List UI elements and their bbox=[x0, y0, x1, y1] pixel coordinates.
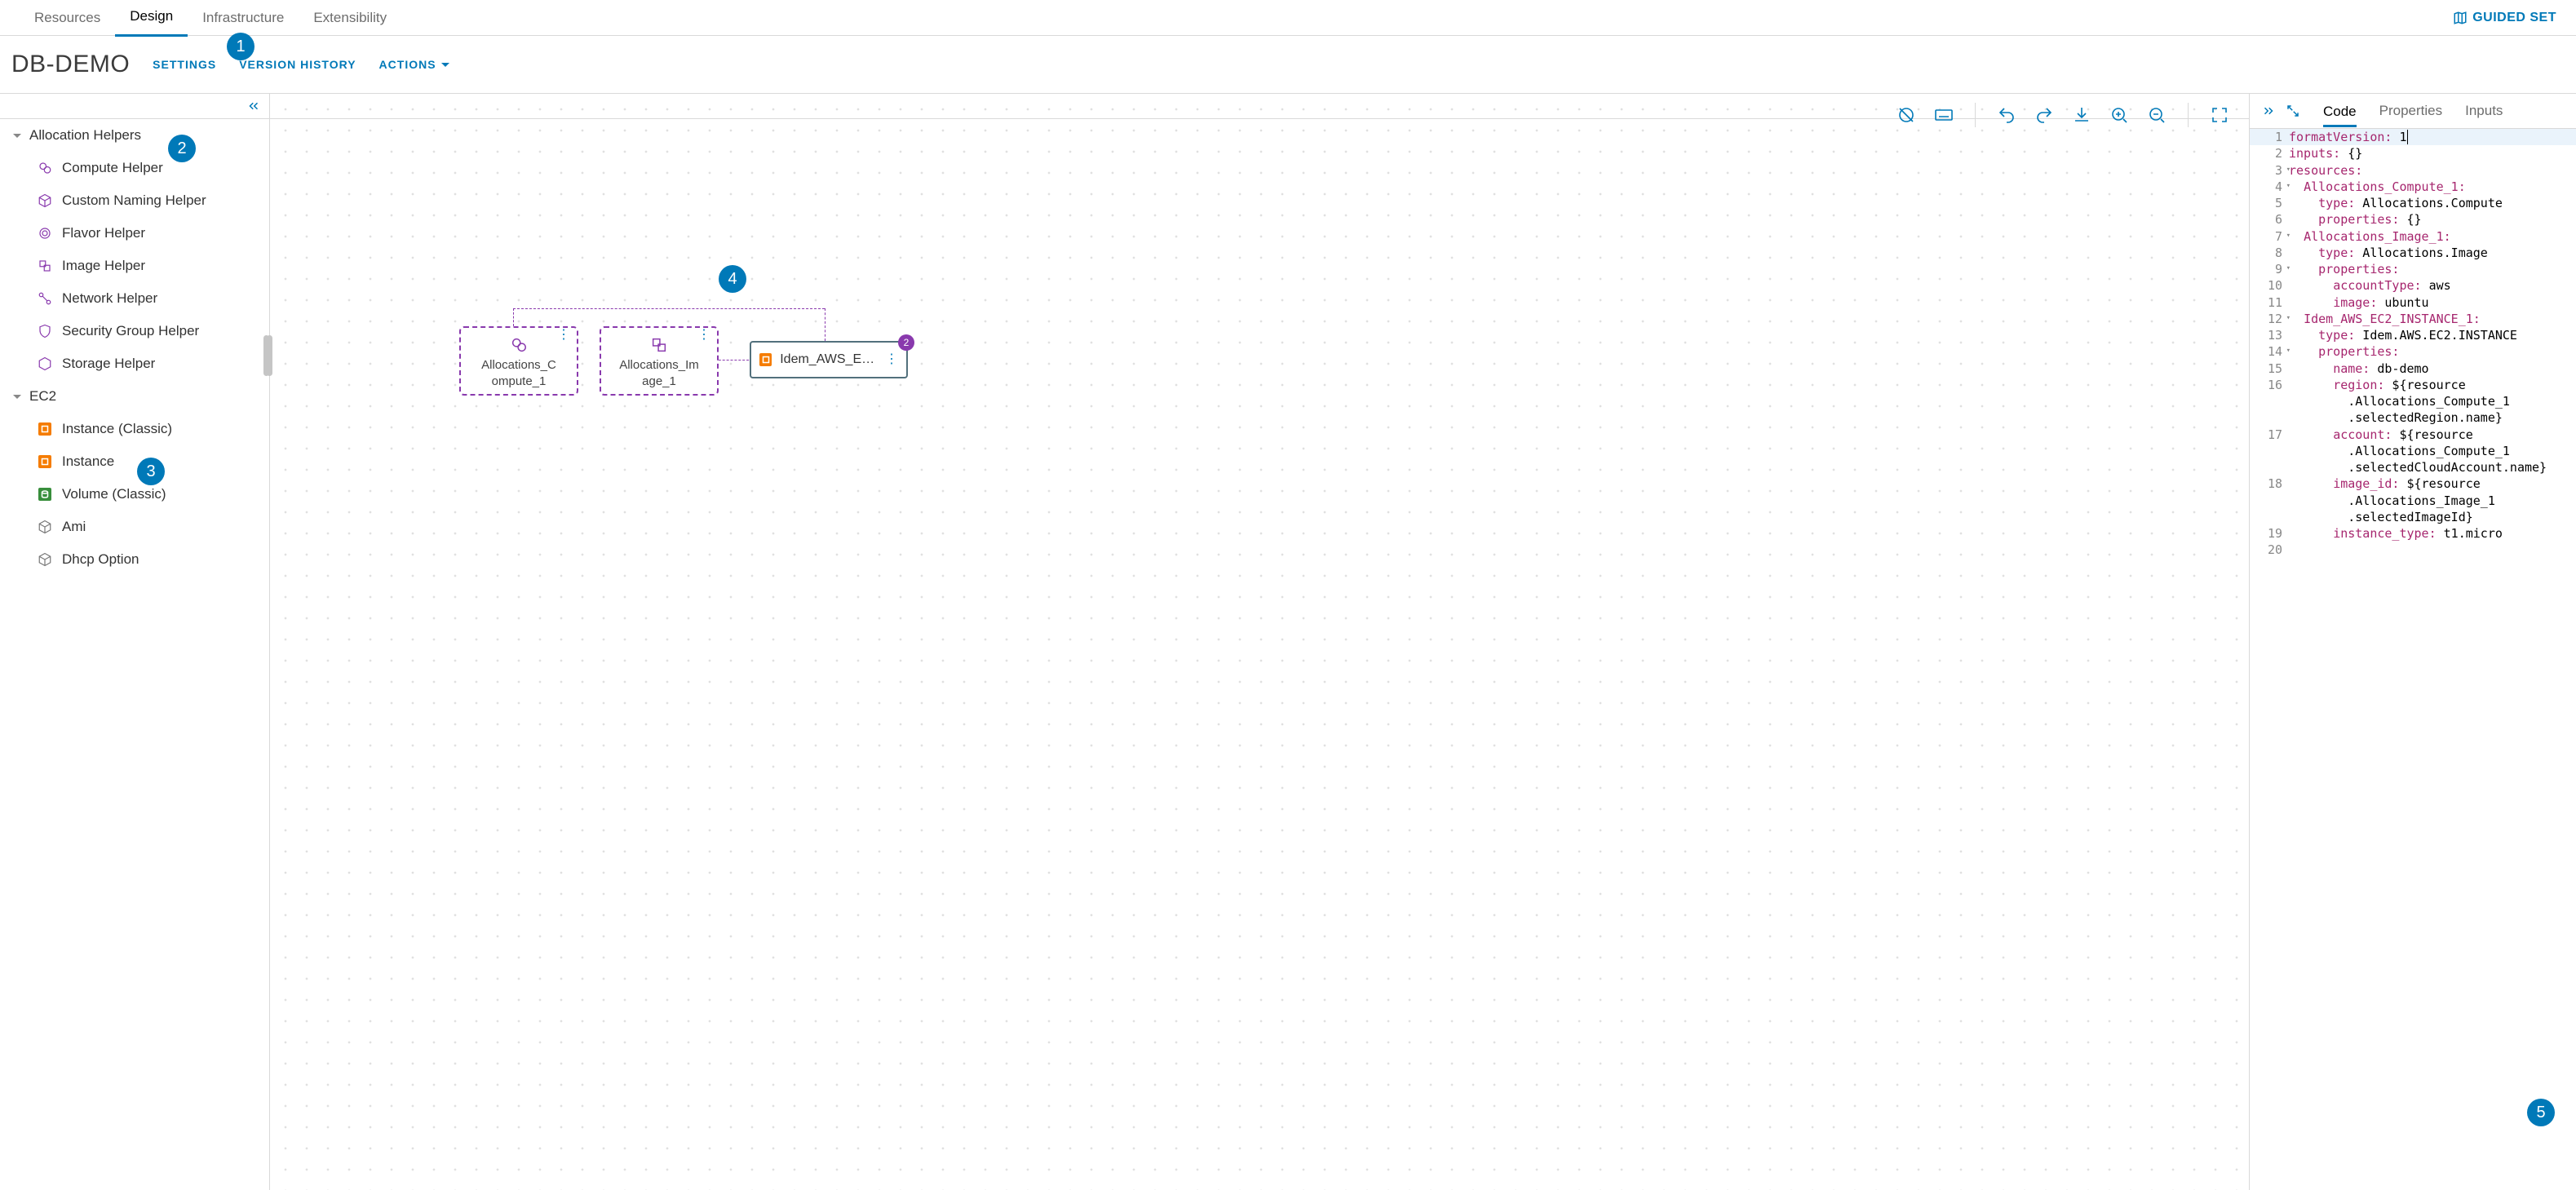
palette-item-volume-classic[interactable]: Volume (Classic) bbox=[0, 478, 269, 511]
node-menu-icon[interactable]: ⋮ bbox=[885, 357, 898, 362]
palette-item-label: Volume (Classic) bbox=[62, 486, 166, 502]
download-icon[interactable] bbox=[2072, 105, 2091, 125]
palette-item-label: Network Helper bbox=[62, 290, 157, 307]
compute-helper-icon bbox=[38, 161, 52, 175]
tab-design[interactable]: Design bbox=[115, 0, 188, 37]
code-tab-properties[interactable]: Properties bbox=[2379, 103, 2442, 119]
palette-item-label: Flavor Helper bbox=[62, 225, 145, 241]
cube-icon bbox=[38, 520, 52, 534]
map-icon bbox=[2453, 11, 2468, 25]
settings-link[interactable]: SETTINGS bbox=[153, 58, 216, 71]
palette-item-instance[interactable]: Instance bbox=[0, 445, 269, 478]
resource-palette: Allocation Helpers 2 Compute Helper Cust… bbox=[0, 94, 270, 1190]
palette-collapse[interactable] bbox=[0, 94, 269, 119]
node-idem-aws-ec2[interactable]: Idem_AWS_EC... ⋮ 2 bbox=[750, 341, 908, 378]
palette-item-compute-helper[interactable]: Compute Helper bbox=[0, 152, 269, 184]
design-canvas[interactable]: ⋮ Allocations_Compute_1 ⋮ Allocations_Im… bbox=[270, 94, 2250, 1190]
node-label: Idem_AWS_EC... bbox=[780, 352, 877, 367]
flavor-helper-icon bbox=[38, 226, 52, 241]
compute-helper-icon bbox=[466, 336, 572, 354]
guided-setup-label: GUIDED SET bbox=[2472, 11, 2556, 25]
instance-icon bbox=[38, 422, 51, 436]
tab-infrastructure[interactable]: Infrastructure bbox=[188, 0, 299, 35]
zoom-out-icon[interactable] bbox=[2147, 105, 2167, 125]
section-allocation-helpers[interactable]: Allocation Helpers bbox=[0, 119, 269, 152]
guided-setup-link[interactable]: GUIDED SET bbox=[2453, 11, 2556, 25]
palette-item-network-helper[interactable]: Network Helper bbox=[0, 282, 269, 315]
image-helper-icon bbox=[38, 259, 52, 273]
palette-item-label: Image Helper bbox=[62, 258, 145, 274]
node-label: Allocations_Compute_1 bbox=[466, 357, 572, 389]
template-title: DB-DEMO bbox=[11, 51, 130, 78]
double-chevron-left-icon bbox=[246, 99, 261, 113]
code-tab-code[interactable]: Code bbox=[2323, 104, 2357, 127]
palette-item-label: Compute Helper bbox=[62, 160, 163, 176]
callout-1: 1 bbox=[227, 33, 255, 60]
visibility-toggle-icon[interactable] bbox=[1897, 105, 1916, 125]
palette-item-storage-helper[interactable]: Storage Helper bbox=[0, 347, 269, 380]
workspace: Allocation Helpers 2 Compute Helper Cust… bbox=[0, 94, 2576, 1190]
caret-down-icon bbox=[13, 395, 21, 403]
undo-icon[interactable] bbox=[1997, 105, 2016, 125]
palette-item-label: Security Group Helper bbox=[62, 323, 199, 339]
code-panel-header: Code Properties Inputs bbox=[2250, 94, 2576, 129]
node-menu-icon[interactable]: ⋮ bbox=[697, 333, 710, 338]
version-history-link[interactable]: VERSION HISTORY bbox=[239, 58, 356, 71]
instance-icon bbox=[759, 353, 772, 366]
canvas-toolbar bbox=[1892, 94, 2234, 136]
fullscreen-icon[interactable] bbox=[2210, 105, 2229, 125]
palette-item-security-group-helper[interactable]: Security Group Helper bbox=[0, 315, 269, 347]
code-panel: Code Properties Inputs 1formatVersion: 1… bbox=[2250, 94, 2576, 1190]
redo-icon[interactable] bbox=[2034, 105, 2054, 125]
palette-item-instance-classic[interactable]: Instance (Classic) bbox=[0, 413, 269, 445]
keyboard-icon[interactable] bbox=[1934, 105, 1954, 125]
title-bar: DB-DEMO SETTINGS VERSION HISTORY ACTIONS… bbox=[0, 36, 2576, 94]
image-helper-icon bbox=[606, 336, 712, 354]
security-helper-icon bbox=[38, 324, 52, 338]
palette-item-image-helper[interactable]: Image Helper bbox=[0, 250, 269, 282]
palette-item-custom-naming[interactable]: Custom Naming Helper bbox=[0, 184, 269, 217]
actions-menu[interactable]: ACTIONS bbox=[379, 58, 449, 71]
connector-top bbox=[513, 308, 825, 309]
canvas-scrollbar-thumb[interactable] bbox=[267, 335, 272, 376]
network-helper-icon bbox=[38, 291, 52, 306]
tab-resources[interactable]: Resources bbox=[20, 0, 115, 35]
palette-item-label: Instance bbox=[62, 453, 114, 470]
code-tab-inputs[interactable]: Inputs bbox=[2465, 103, 2503, 119]
top-nav: Resources Design Infrastructure Extensib… bbox=[0, 0, 2576, 36]
callout-4: 4 bbox=[719, 265, 746, 293]
node-badge: 2 bbox=[898, 334, 914, 351]
node-allocations-compute[interactable]: ⋮ Allocations_Compute_1 bbox=[459, 326, 578, 396]
cube-icon bbox=[38, 552, 52, 567]
double-chevron-right-icon[interactable] bbox=[2261, 104, 2276, 118]
node-allocations-image[interactable]: ⋮ Allocations_Image_1 bbox=[600, 326, 719, 396]
zoom-in-icon[interactable] bbox=[2109, 105, 2129, 125]
expand-icon[interactable] bbox=[2286, 104, 2300, 118]
cube-icon bbox=[38, 193, 52, 208]
node-label: Allocations_Image_1 bbox=[606, 357, 712, 389]
section-ec2[interactable]: EC2 bbox=[0, 380, 269, 413]
code-editor[interactable]: 1formatVersion: 12inputs: {}3▾resources:… bbox=[2250, 129, 2576, 1190]
palette-item-label: Storage Helper bbox=[62, 356, 155, 372]
callout-5: 5 bbox=[2527, 1099, 2555, 1126]
callout-2: 2 bbox=[168, 135, 196, 162]
palette-item-label: Custom Naming Helper bbox=[62, 192, 206, 209]
palette-item-label: Ami bbox=[62, 519, 86, 535]
node-menu-icon[interactable]: ⋮ bbox=[557, 333, 570, 338]
palette-item-label: Instance (Classic) bbox=[62, 421, 172, 437]
callout-3: 3 bbox=[137, 458, 165, 485]
volume-icon bbox=[38, 488, 51, 501]
tab-extensibility[interactable]: Extensibility bbox=[299, 0, 401, 35]
palette-item-dhcp-option[interactable]: Dhcp Option bbox=[0, 543, 269, 576]
connector-left-drop bbox=[513, 308, 514, 326]
section-label: EC2 bbox=[29, 388, 56, 405]
section-label: Allocation Helpers bbox=[29, 127, 141, 144]
instance-icon bbox=[38, 455, 51, 468]
storage-helper-icon bbox=[38, 356, 52, 371]
palette-item-flavor-helper[interactable]: Flavor Helper bbox=[0, 217, 269, 250]
caret-down-icon bbox=[13, 134, 21, 142]
palette-item-ami[interactable]: Ami bbox=[0, 511, 269, 543]
palette-item-label: Dhcp Option bbox=[62, 551, 139, 568]
